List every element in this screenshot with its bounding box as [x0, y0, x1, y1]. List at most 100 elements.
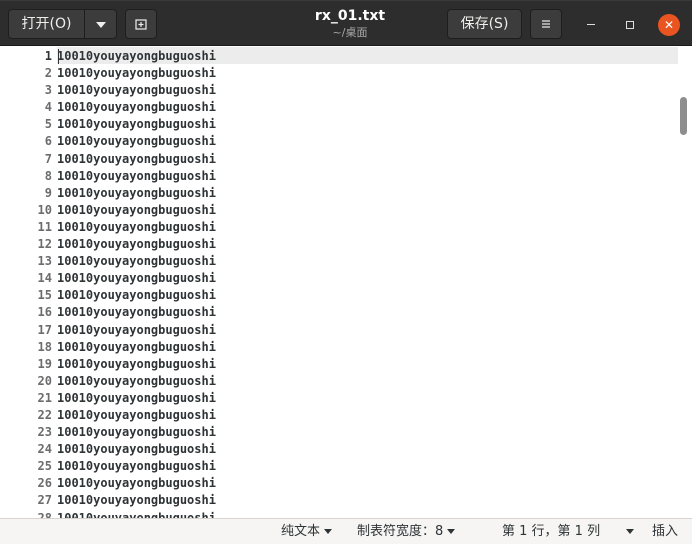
line-text[interactable]: 10010youyayongbuguoshi: [53, 168, 216, 185]
new-document-button[interactable]: [125, 9, 157, 39]
editor-line[interactable]: 9 10010youyayongbuguoshi: [0, 185, 216, 202]
line-text[interactable]: 10010youyayongbuguoshi: [53, 236, 216, 253]
line-number: 11: [37, 219, 52, 234]
editor-line[interactable]: 16 10010youyayongbuguoshi: [0, 304, 216, 321]
line-number: 4: [44, 100, 52, 115]
tab-width-selector[interactable]: 制表符宽度：8: [357, 519, 456, 544]
line-text[interactable]: 10010youyayongbuguoshi: [53, 116, 216, 133]
save-button[interactable]: 保存(S): [447, 9, 522, 39]
window-subtitle: ~/桌面: [332, 26, 368, 39]
line-number: 26: [37, 476, 52, 491]
cursor-position[interactable]: 第 1 行，第 1 列: [502, 519, 600, 544]
line-text[interactable]: 10010youyayongbuguoshi: [53, 441, 216, 458]
status-bar: 纯文本 制表符宽度：8 第 1 行，第 1 列 插入: [0, 518, 692, 544]
chevron-down-icon: [626, 529, 634, 534]
line-text[interactable]: 10010youyayongbuguoshi: [53, 407, 216, 424]
editor-line[interactable]: 24 10010youyayongbuguoshi: [0, 441, 216, 458]
line-text[interactable]: 10010youyayongbuguoshi: [53, 48, 216, 65]
insert-mode-indicator[interactable]: 插入: [652, 519, 678, 544]
line-text[interactable]: 10010youyayongbuguoshi: [53, 219, 216, 236]
editor-line[interactable]: 27 10010youyayongbuguoshi: [0, 492, 216, 509]
editor-line[interactable]: 5 10010youyayongbuguoshi: [0, 116, 216, 133]
line-number: 6: [44, 134, 52, 149]
line-number: 1: [44, 49, 52, 63]
editor-line[interactable]: 20 10010youyayongbuguoshi: [0, 373, 216, 390]
line-text[interactable]: 10010youyayongbuguoshi: [53, 322, 216, 339]
hamburger-menu-icon: [542, 20, 550, 28]
line-text[interactable]: 10010youyayongbuguoshi: [53, 510, 216, 518]
editor-line[interactable]: 19 10010youyayongbuguoshi: [0, 356, 216, 373]
chevron-down-icon: [95, 22, 106, 28]
editor-line[interactable]: 7 10010youyayongbuguoshi: [0, 151, 216, 168]
editor-line[interactable]: 6 10010youyayongbuguoshi: [0, 133, 216, 150]
window-title-area: rx_01.txt ~/桌面: [250, 7, 450, 41]
minimize-button[interactable]: [580, 14, 602, 36]
line-text[interactable]: 10010youyayongbuguoshi: [53, 492, 216, 509]
line-number: 19: [37, 356, 52, 371]
line-text[interactable]: 10010youyayongbuguoshi: [53, 151, 216, 168]
maximize-icon: [626, 20, 634, 29]
language-selector[interactable]: 纯文本: [281, 519, 333, 544]
maximize-button[interactable]: [619, 14, 641, 36]
menu-button[interactable]: [530, 9, 562, 39]
editor-line[interactable]: 17 10010youyayongbuguoshi: [0, 322, 216, 339]
text-editor[interactable]: 1 10010youyayongbuguoshi 2 10010youyayongbu…: [0, 47, 692, 518]
editor-line[interactable]: 25 10010youyayongbuguoshi: [0, 458, 216, 475]
line-number: 3: [44, 83, 52, 98]
line-text[interactable]: 10010youyayongbuguoshi: [53, 65, 216, 82]
editor-line[interactable]: 3 10010youyayongbuguoshi: [0, 82, 216, 99]
editor-line[interactable]: 13 10010youyayongbuguoshi: [0, 253, 216, 270]
editor-line[interactable]: 11 10010youyayongbuguoshi: [0, 219, 216, 236]
line-text[interactable]: 10010youyayongbuguoshi: [53, 133, 216, 150]
line-text[interactable]: 10010youyayongbuguoshi: [53, 253, 216, 270]
chevron-down-icon: [324, 529, 333, 534]
position-dropdown-button[interactable]: [622, 519, 634, 544]
line-text[interactable]: 10010youyayongbuguoshi: [53, 424, 216, 441]
line-text[interactable]: 10010youyayongbuguoshi: [53, 390, 216, 407]
editor-line[interactable]: 14 10010youyayongbuguoshi: [0, 270, 216, 287]
line-text[interactable]: 10010youyayongbuguoshi: [53, 287, 216, 304]
editor-lines[interactable]: 1 10010youyayongbuguoshi 2 10010youyayongbu…: [0, 48, 216, 518]
line-text[interactable]: 10010youyayongbuguoshi: [53, 99, 216, 116]
editor-line[interactable]: 28 10010youyayongbuguoshi: [0, 510, 216, 518]
line-number: 21: [37, 390, 52, 405]
line-text[interactable]: 10010youyayongbuguoshi: [53, 202, 216, 219]
line-number: 15: [37, 288, 52, 303]
editor-line[interactable]: 18 10010youyayongbuguoshi: [0, 339, 216, 356]
editor-line[interactable]: 2 10010youyayongbuguoshi: [0, 65, 216, 82]
line-number: 2: [44, 66, 52, 81]
line-text[interactable]: 10010youyayongbuguoshi: [53, 304, 216, 321]
vertical-scrollbar[interactable]: [680, 97, 687, 135]
editor-line[interactable]: 10 10010youyayongbuguoshi: [0, 202, 216, 219]
editor-line[interactable]: 1 10010youyayongbuguoshi: [0, 48, 216, 65]
line-text[interactable]: 10010youyayongbuguoshi: [53, 339, 216, 356]
editor-line[interactable]: 21 10010youyayongbuguoshi: [0, 390, 216, 407]
editor-line[interactable]: 26 10010youyayongbuguoshi: [0, 475, 216, 492]
line-number: 18: [37, 339, 52, 354]
line-number: 9: [44, 185, 52, 200]
editor-line[interactable]: 22 10010youyayongbuguoshi: [0, 407, 216, 424]
line-number: 23: [37, 425, 52, 440]
line-text[interactable]: 10010youyayongbuguoshi: [53, 270, 216, 287]
language-label: 纯文本: [281, 524, 321, 539]
line-number: 12: [37, 237, 52, 252]
editor-line[interactable]: 12 10010youyayongbuguoshi: [0, 236, 216, 253]
close-button[interactable]: ✕: [658, 14, 680, 36]
line-text[interactable]: 10010youyayongbuguoshi: [53, 373, 216, 390]
open-recent-dropdown-button[interactable]: [84, 9, 117, 39]
line-text[interactable]: 10010youyayongbuguoshi: [53, 185, 216, 202]
line-text[interactable]: 10010youyayongbuguoshi: [53, 356, 216, 373]
line-text[interactable]: 10010youyayongbuguoshi: [53, 458, 216, 475]
line-text[interactable]: 10010youyayongbuguoshi: [53, 82, 216, 99]
line-number: 17: [37, 322, 52, 337]
editor-line[interactable]: 23 10010youyayongbuguoshi: [0, 424, 216, 441]
line-number: 24: [37, 442, 52, 457]
chevron-down-icon: [447, 529, 456, 534]
cursor-position-label: 第 1 行，第 1 列: [502, 524, 601, 539]
open-button[interactable]: 打开(O): [8, 9, 85, 39]
editor-line[interactable]: 8 10010youyayongbuguoshi: [0, 168, 216, 185]
editor-line[interactable]: 15 10010youyayongbuguoshi: [0, 287, 216, 304]
line-text[interactable]: 10010youyayongbuguoshi: [53, 475, 216, 492]
editor-line[interactable]: 4 10010youyayongbuguoshi: [0, 99, 216, 116]
line-number: 22: [37, 407, 52, 422]
